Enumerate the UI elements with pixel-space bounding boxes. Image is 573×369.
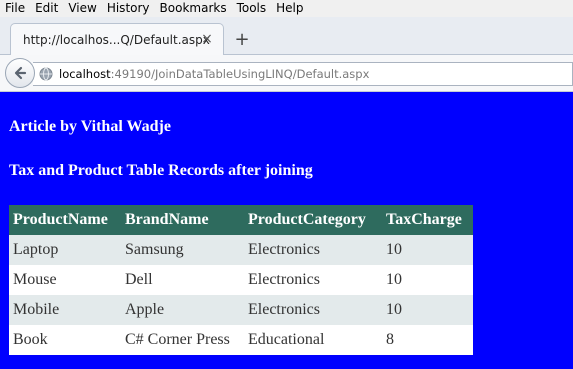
article-heading: Article by Vithal Wadje xyxy=(9,118,171,135)
cell-productcategory: Electronics xyxy=(244,265,382,295)
joined-records-table: ProductName BrandName ProductCategory Ta… xyxy=(9,205,473,355)
cell-productcategory: Electronics xyxy=(244,295,382,325)
menu-tools[interactable]: Tools xyxy=(232,0,272,17)
column-header-taxcharge: TaxCharge xyxy=(382,205,473,235)
tab-title: http://localhos...Q/Default.aspx xyxy=(23,32,210,47)
table-row: Mobile Apple Electronics 10 xyxy=(9,295,473,325)
page-content: Article by Vithal Wadje Tax and Product … xyxy=(0,92,573,369)
menu-help[interactable]: Help xyxy=(271,0,308,17)
url-path: :49190/JoinDataTableUsingLINQ/Default.as… xyxy=(110,67,370,81)
url-host: localhost xyxy=(59,67,111,81)
cell-productcategory: Electronics xyxy=(244,235,382,265)
cell-brandname: Apple xyxy=(121,295,244,325)
globe-icon xyxy=(39,67,53,81)
close-icon[interactable]: × xyxy=(199,31,215,47)
cell-productname: Mouse xyxy=(9,265,121,295)
menu-bar: File Edit View History Bookmarks Tools H… xyxy=(0,0,573,17)
column-header-brandname: BrandName xyxy=(121,205,244,235)
table-header-row: ProductName BrandName ProductCategory Ta… xyxy=(9,205,473,235)
back-button[interactable] xyxy=(5,58,35,88)
cell-productname: Mobile xyxy=(9,295,121,325)
menu-view[interactable]: View xyxy=(63,0,101,17)
navigation-bar: localhost:49190/JoinDataTableUsingLINQ/D… xyxy=(0,55,573,92)
table-row: Book C# Corner Press Educational 8 xyxy=(9,325,473,355)
column-header-productcategory: ProductCategory xyxy=(244,205,382,235)
menu-history[interactable]: History xyxy=(102,0,155,17)
column-header-productname: ProductName xyxy=(9,205,121,235)
back-arrow-icon xyxy=(14,66,27,80)
cell-brandname: Dell xyxy=(121,265,244,295)
cell-productcategory: Educational xyxy=(244,325,382,355)
cell-taxcharge: 10 xyxy=(382,235,473,265)
menu-file[interactable]: File xyxy=(0,0,30,17)
cell-taxcharge: 10 xyxy=(382,265,473,295)
table-row: Mouse Dell Electronics 10 xyxy=(9,265,473,295)
cell-taxcharge: 10 xyxy=(382,295,473,325)
address-bar[interactable]: localhost:49190/JoinDataTableUsingLINQ/D… xyxy=(33,62,573,86)
cell-productname: Laptop xyxy=(9,235,121,265)
browser-tab[interactable]: http://localhos...Q/Default.aspx × xyxy=(10,23,224,55)
new-tab-icon[interactable]: + xyxy=(232,30,252,50)
cell-brandname: C# Corner Press xyxy=(121,325,244,355)
cell-brandname: Samsung xyxy=(121,235,244,265)
cell-productname: Book xyxy=(9,325,121,355)
menu-bookmarks[interactable]: Bookmarks xyxy=(155,0,232,17)
cell-taxcharge: 8 xyxy=(382,325,473,355)
menu-edit[interactable]: Edit xyxy=(30,0,63,17)
tab-strip: http://localhos...Q/Default.aspx × + xyxy=(0,17,573,55)
table-heading: Tax and Product Table Records after join… xyxy=(9,162,313,179)
table-row: Laptop Samsung Electronics 10 xyxy=(9,235,473,265)
